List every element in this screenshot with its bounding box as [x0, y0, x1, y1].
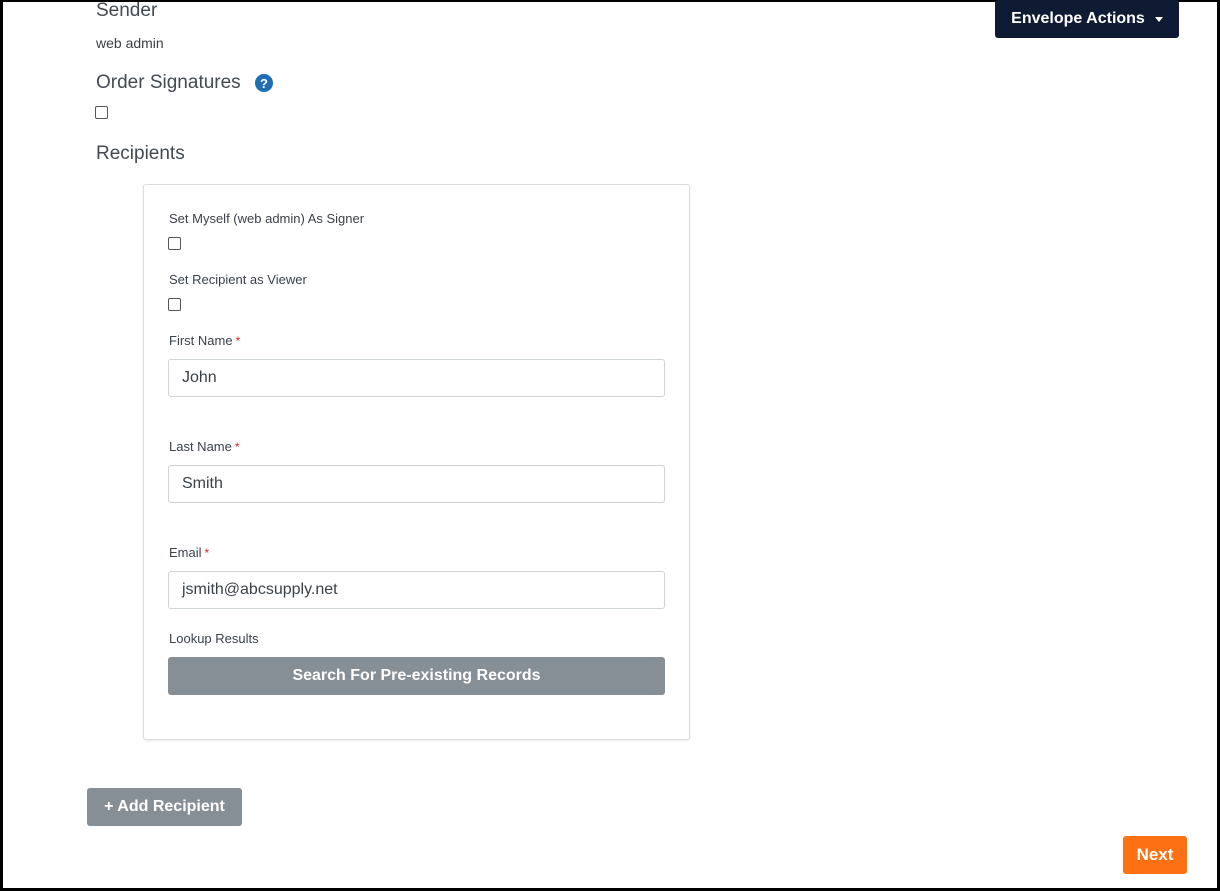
last-name-label: Last Name *: [169, 439, 240, 454]
set-viewer-checkbox[interactable]: [168, 298, 181, 311]
first-name-label-text: First Name: [169, 333, 233, 348]
set-viewer-label: Set Recipient as Viewer: [169, 272, 307, 287]
first-name-input[interactable]: John: [168, 359, 665, 397]
last-name-input[interactable]: Smith: [168, 465, 665, 503]
recipients-title: Recipients: [96, 143, 185, 164]
search-records-button[interactable]: Search For Pre-existing Records: [168, 657, 665, 695]
email-input[interactable]: jsmith@abcsupply.net: [168, 571, 665, 609]
sender-value: web admin: [96, 35, 164, 51]
sender-title: Sender: [96, 0, 158, 21]
help-icon[interactable]: ?: [255, 74, 273, 92]
add-recipient-button[interactable]: + Add Recipient: [87, 788, 242, 826]
chevron-down-icon: [1154, 16, 1163, 22]
order-signatures-title: Order Signatures: [96, 72, 241, 93]
envelope-actions-button[interactable]: Envelope Actions: [995, 0, 1179, 38]
order-signatures-checkbox[interactable]: [95, 106, 108, 119]
first-name-label: First Name *: [169, 333, 240, 348]
envelope-actions-label: Envelope Actions: [1011, 10, 1145, 27]
required-marker: *: [235, 334, 241, 348]
next-button[interactable]: Next: [1123, 836, 1187, 874]
set-myself-label: Set Myself (web admin) As Signer: [169, 211, 365, 226]
email-label-text: Email: [169, 545, 202, 560]
last-name-label-text: Last Name: [169, 439, 232, 454]
required-marker: *: [234, 440, 240, 454]
set-myself-checkbox[interactable]: [168, 237, 181, 250]
lookup-results-label: Lookup Results: [169, 631, 259, 646]
required-marker: *: [204, 546, 210, 560]
email-label: Email *: [169, 545, 209, 560]
